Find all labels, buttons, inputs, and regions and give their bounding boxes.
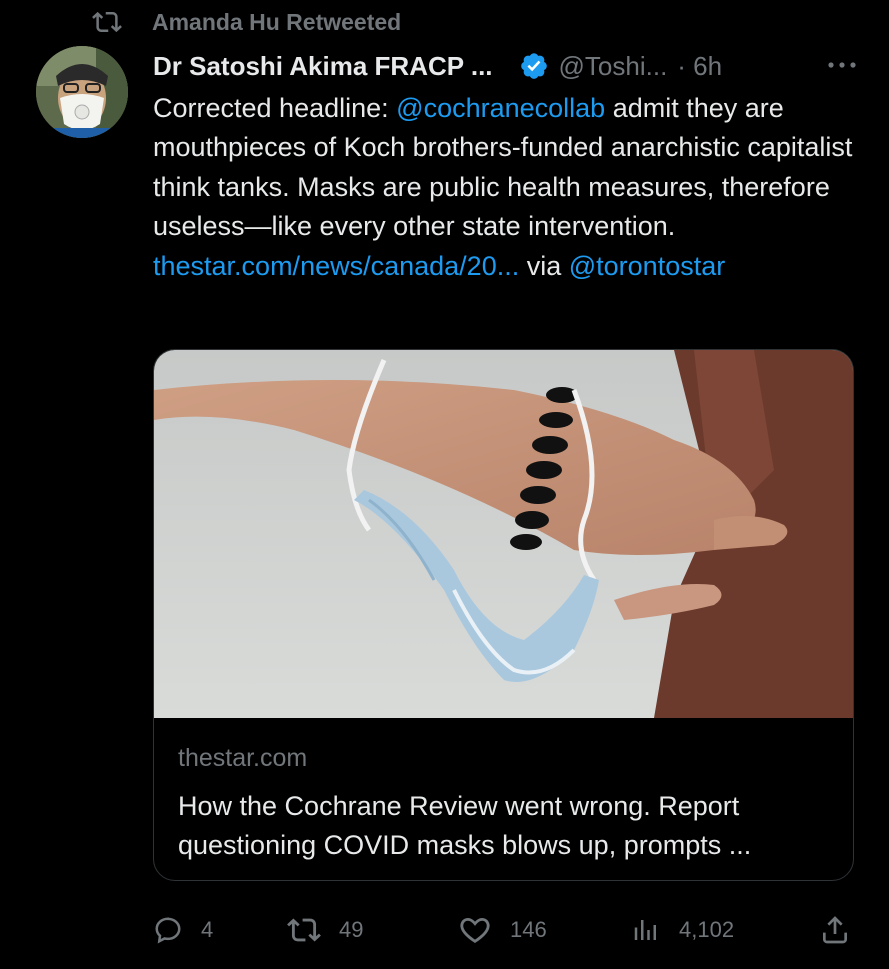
author-handle[interactable]: @Toshi...: [559, 51, 668, 82]
mention-cochranecollab[interactable]: @cochranecollab: [396, 93, 605, 123]
like-count: 146: [510, 917, 547, 942]
mention-torontostar[interactable]: @torontostar: [569, 251, 725, 281]
more-options-icon[interactable]: [825, 52, 859, 78]
reply-count: 4: [201, 917, 214, 942]
reply-button[interactable]: 4: [153, 910, 213, 950]
social-context[interactable]: Amanda Hu Retweeted: [92, 8, 401, 36]
views-icon: [634, 920, 656, 940]
reply-icon: [155, 917, 181, 944]
avatar[interactable]: [36, 46, 128, 138]
retweet-icon: [287, 918, 321, 942]
views-count: 4,102: [679, 917, 735, 942]
author-name[interactable]: Dr Satoshi Akima FRACP ...: [153, 51, 493, 82]
card-domain: thestar.com: [178, 744, 308, 772]
link-preview-card[interactable]: thestar.com How the Cochrane Review went…: [153, 349, 854, 881]
verified-badge-icon[interactable]: [519, 51, 549, 81]
card-title: How the Cochrane Review went wrong. Repo…: [178, 791, 752, 860]
retweet-icon: [92, 11, 122, 33]
heart-icon: [460, 917, 490, 943]
tweet-header: Dr Satoshi Akima FRACP ... @Toshi... · 6…: [153, 48, 859, 84]
card-text: thestar.com How the Cochrane Review went…: [178, 744, 829, 865]
tweet-text-part: Corrected headline:: [153, 93, 397, 123]
social-context-text: Amanda Hu Retweeted: [152, 8, 402, 35]
article-link[interactable]: thestar.com/news/canada/20...: [153, 251, 519, 281]
retweet-count: 49: [339, 917, 364, 942]
card-image: [154, 350, 853, 718]
tweet-text-part: via: [519, 250, 569, 281]
share-button[interactable]: [819, 910, 869, 950]
tweet-timestamp[interactable]: · 6h: [677, 51, 722, 82]
tweet-actions: 4 49 146 4,102: [153, 910, 853, 950]
share-icon: [823, 916, 847, 944]
avatar-image: [36, 46, 128, 138]
views-button[interactable]: 4,102: [631, 910, 734, 950]
tweet-text: Corrected headline: @cochranecollab admi…: [153, 89, 863, 286]
retweet-button[interactable]: 49: [287, 910, 363, 950]
like-button[interactable]: 146: [458, 910, 547, 950]
